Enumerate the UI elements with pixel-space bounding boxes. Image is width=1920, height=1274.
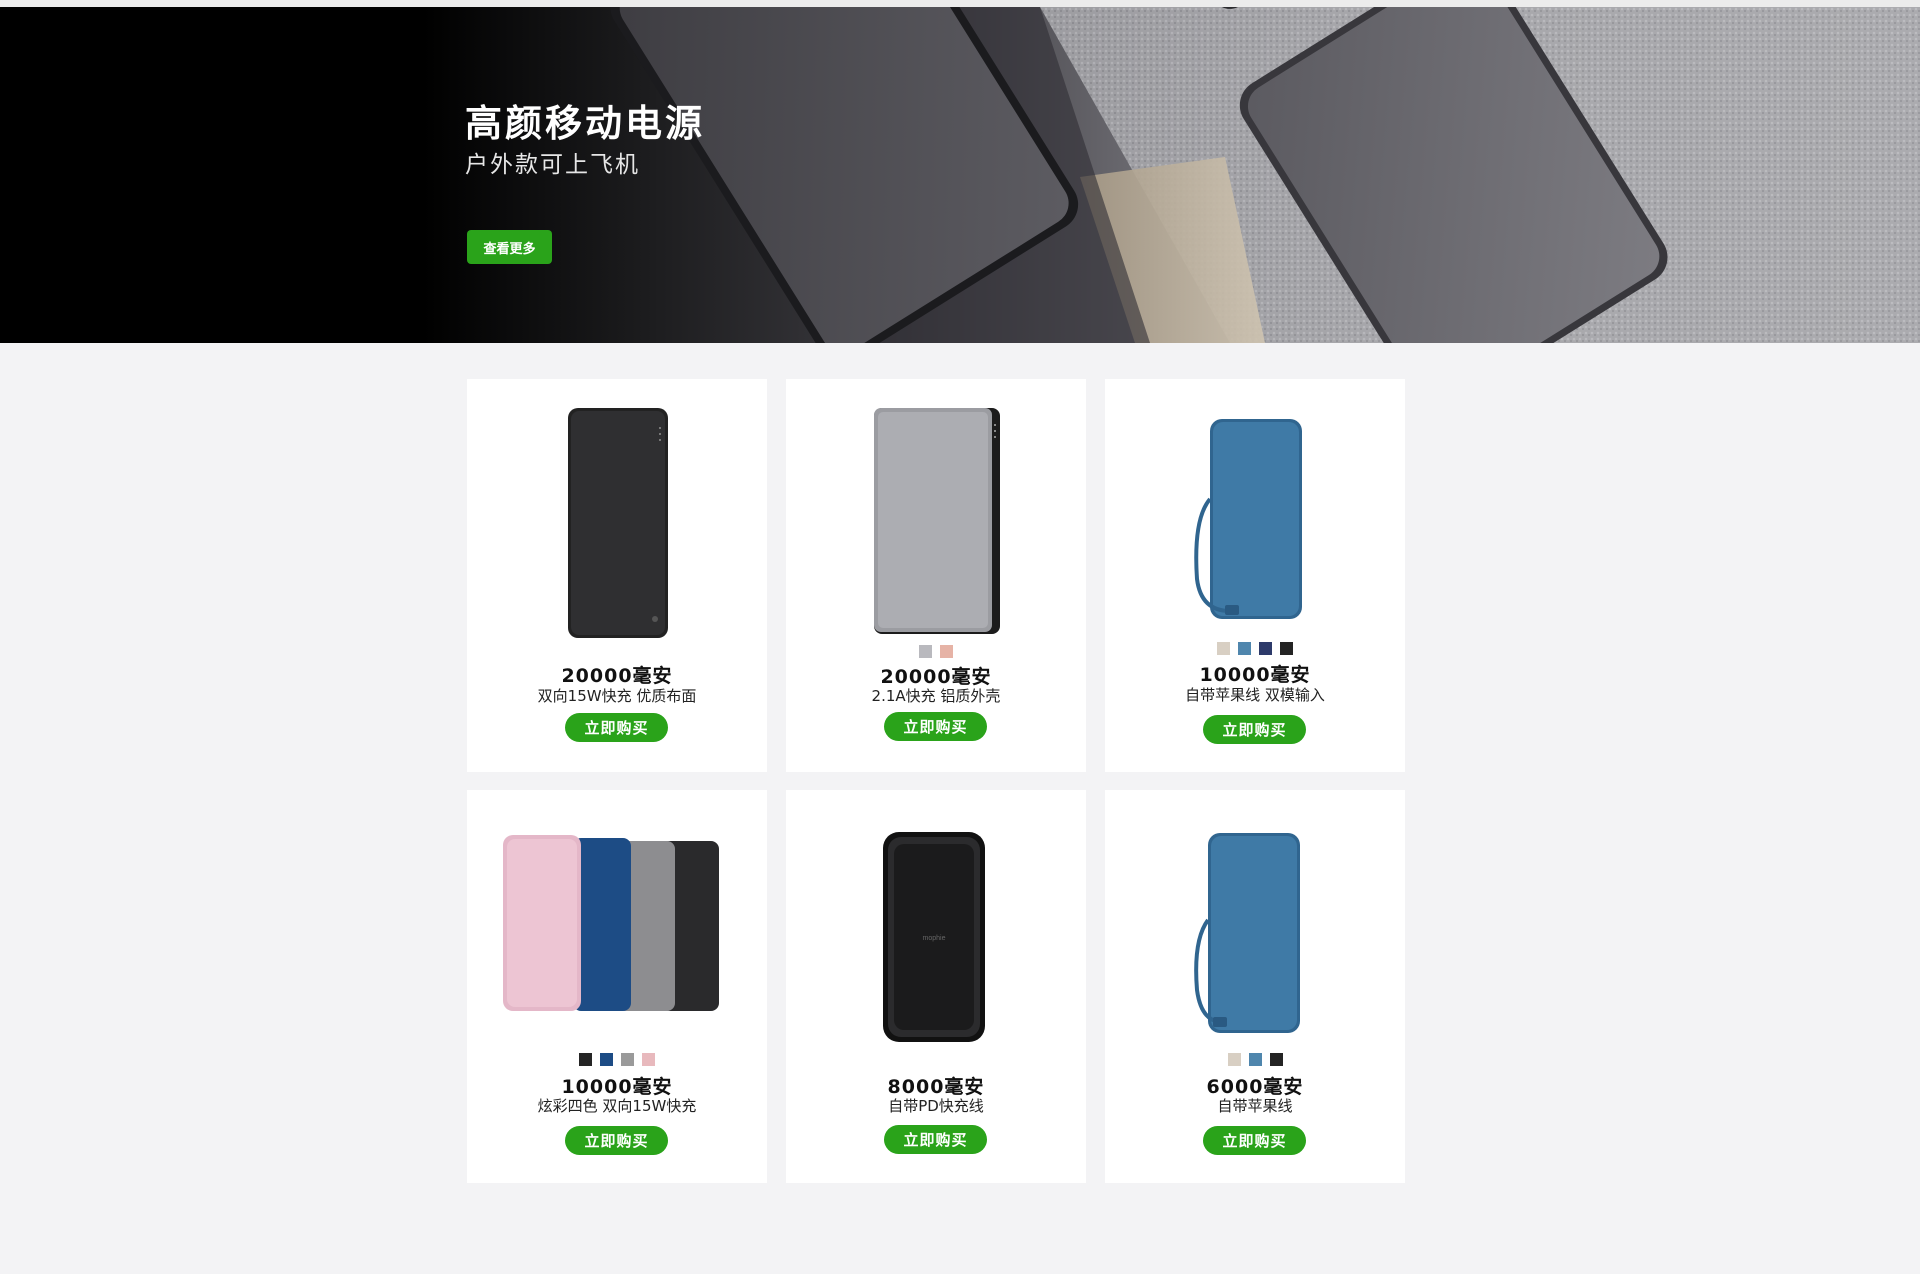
buy-now-button[interactable]: 立即购买	[1203, 715, 1306, 744]
color-swatches	[1105, 1053, 1405, 1066]
product-card-6[interactable]: 6000毫安 自带苹果线 立即购买	[1105, 790, 1405, 1183]
product-capacity: 10000毫安	[1199, 664, 1311, 686]
product-description: 自带苹果线 双模输入	[1185, 686, 1325, 704]
color-swatches	[1105, 642, 1405, 655]
hero-subtitle: 户外款可上飞机	[465, 152, 640, 178]
swatch-black[interactable]	[1269, 1053, 1283, 1066]
swatch-black[interactable]	[1280, 642, 1293, 655]
product-card-2[interactable]: 20000毫安 2.1A快充 铝质外壳 立即购买	[786, 379, 1086, 772]
swatch-sand[interactable]	[1217, 642, 1230, 655]
top-border	[0, 0, 1920, 7]
product-description: 自带PD快充线	[888, 1097, 984, 1115]
buy-now-button[interactable]: 立即购买	[884, 1125, 987, 1154]
product-description: 双向15W快充 优质布面	[537, 687, 697, 705]
swatch-navy[interactable]	[600, 1053, 613, 1066]
product-card-4[interactable]: 10000毫安 炫彩四色 双向15W快充 立即购买	[467, 790, 767, 1183]
view-more-button[interactable]: 查看更多	[467, 230, 552, 264]
brand-mark: mophie	[923, 935, 946, 942]
hero-banner: 高颜移动电源 户外款可上飞机 查看更多	[0, 7, 1920, 343]
buy-now-button[interactable]: 立即购买	[884, 712, 987, 741]
color-swatches	[467, 1053, 767, 1066]
swatch-silver[interactable]	[919, 645, 932, 658]
color-swatches	[786, 645, 1086, 658]
product-image-four-color-powerbanks	[503, 835, 719, 1011]
buy-now-button[interactable]: 立即购买	[565, 713, 668, 742]
product-image-wireless-powerbank: mophie	[883, 832, 985, 1042]
swatch-blue[interactable]	[1238, 642, 1251, 655]
swatch-rose-gold[interactable]	[940, 645, 953, 658]
product-description: 自带苹果线	[1217, 1097, 1293, 1115]
product-card-5[interactable]: mophie 8000毫安 自带PD快充线 立即购买	[786, 790, 1086, 1183]
product-card-3[interactable]: 10000毫安 自带苹果线 双模输入 立即购买	[1105, 379, 1405, 772]
hero-product-photo	[610, 7, 1920, 343]
swatch-pink[interactable]	[642, 1053, 655, 1066]
swatch-blue[interactable]	[1248, 1053, 1262, 1066]
swatch-sand[interactable]	[1227, 1053, 1241, 1066]
swatch-black[interactable]	[579, 1053, 592, 1066]
product-description: 炫彩四色 双向15W快充	[537, 1097, 697, 1115]
buy-now-button[interactable]: 立即购买	[1203, 1126, 1306, 1155]
product-description: 2.1A快充 铝质外壳	[871, 687, 1001, 705]
swatch-navy[interactable]	[1259, 642, 1272, 655]
product-card-1[interactable]: 20000毫安 双向15W快充 优质布面 立即购买	[467, 379, 767, 772]
product-image-blue-powerbank-cable	[1194, 419, 1302, 619]
product-image-black-powerbank	[568, 408, 668, 638]
product-image-silver-powerbank	[874, 408, 1000, 634]
product-image-blue-powerbank-cable	[1194, 833, 1300, 1033]
swatch-gray[interactable]	[621, 1053, 634, 1066]
buy-now-button[interactable]: 立即购买	[565, 1126, 668, 1155]
product-capacity: 20000毫安	[561, 665, 673, 687]
hero-title: 高颜移动电源	[465, 102, 705, 145]
